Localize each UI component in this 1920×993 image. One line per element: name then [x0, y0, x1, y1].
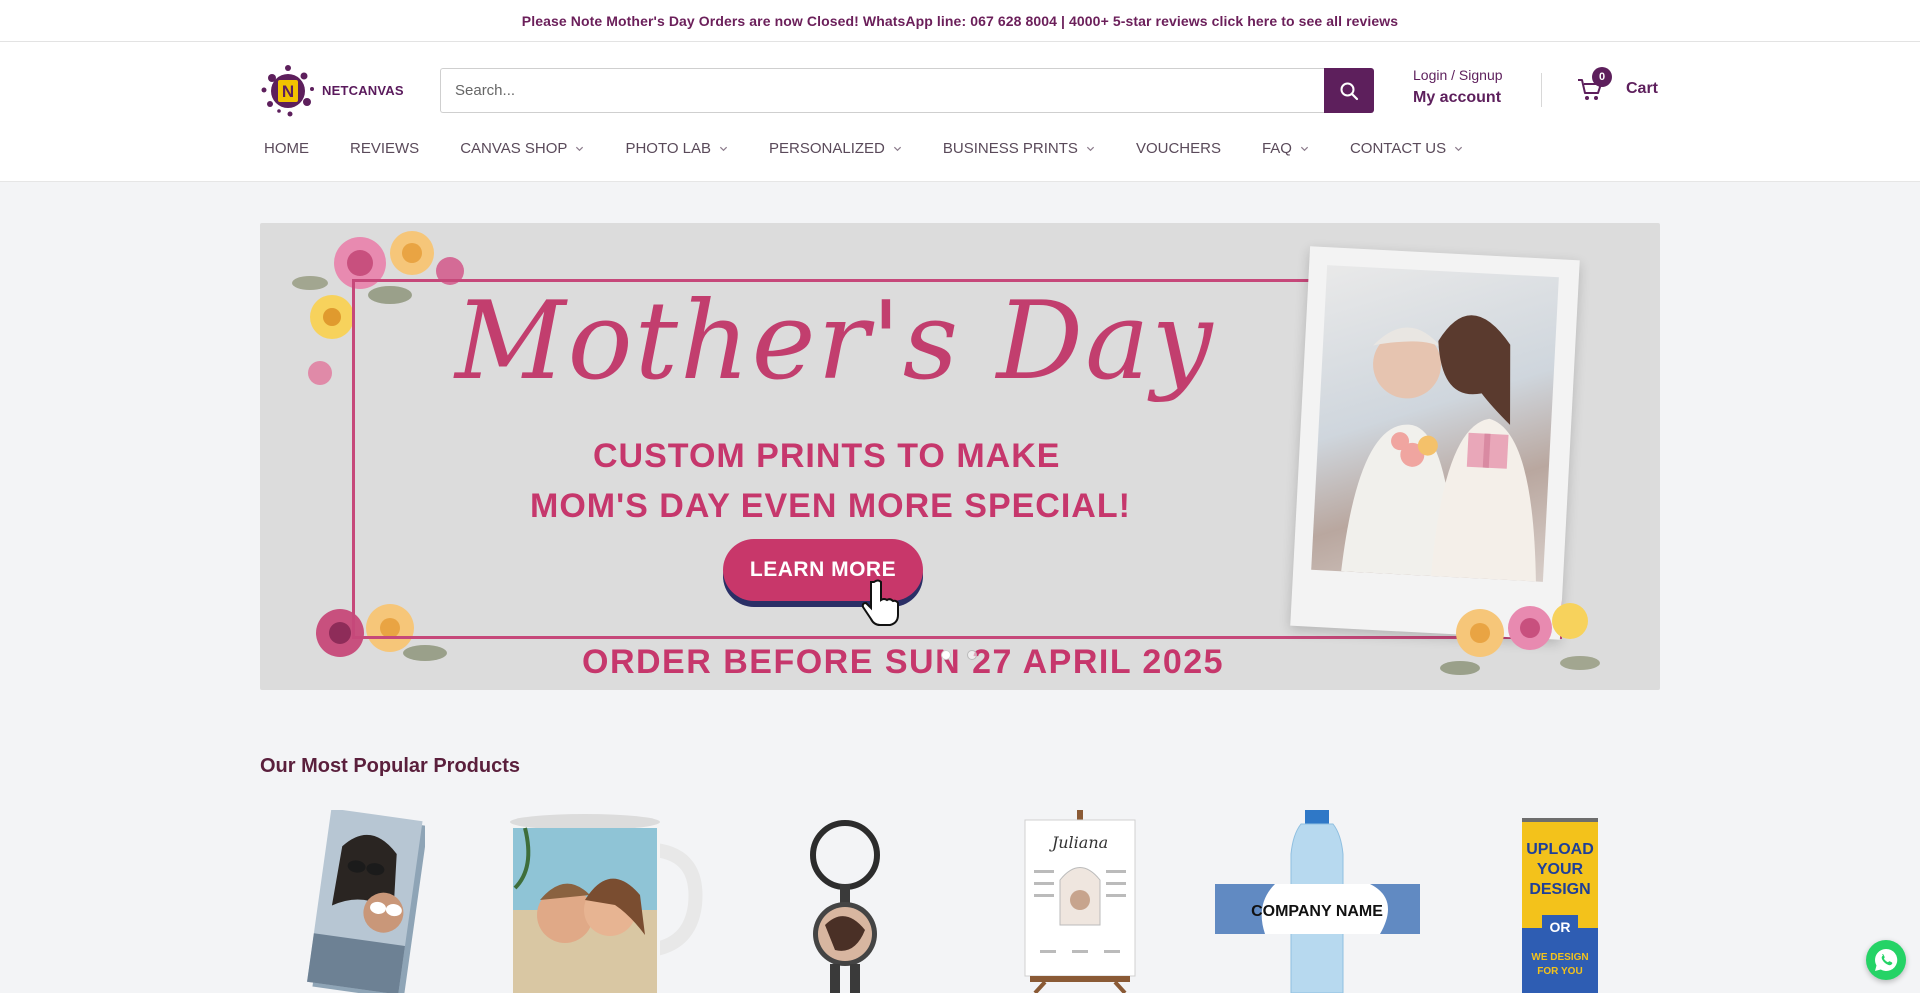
nav-label: CONTACT US: [1349, 140, 1447, 157]
chevron-down-icon: [576, 146, 584, 152]
nav-home[interactable]: HOME: [264, 140, 309, 157]
banner-line: YOUR: [1537, 861, 1584, 878]
nav-business-prints[interactable]: BUSINESS PRINTS: [943, 140, 1095, 157]
nav-contact-us[interactable]: CONTACT US: [1350, 140, 1463, 157]
nav-vouchers[interactable]: VOUCHERS: [1136, 140, 1221, 157]
svg-text:N: N: [282, 82, 294, 101]
product-water-bottle-label[interactable]: COMPANY NAME: [1215, 810, 1420, 993]
hand-pointer-icon: [861, 579, 899, 626]
flowers-bottom-right-decoration: [1440, 603, 1600, 675]
search-icon: [1340, 82, 1359, 100]
mother-daughter-photo: [1311, 265, 1559, 582]
search-input[interactable]: [440, 68, 1324, 113]
slide-dot-2[interactable]: [967, 650, 977, 660]
my-account-link[interactable]: My account: [1413, 89, 1503, 107]
nav-label: PHOTO LAB: [625, 140, 712, 157]
nav-label: PERSONALIZED: [769, 140, 885, 157]
nav-canvas-shop[interactable]: CANVAS SHOP: [460, 140, 584, 157]
logo[interactable]: N NETCANVAS: [260, 62, 404, 118]
nav-label: HOME: [264, 140, 309, 157]
whatsapp-chat-button[interactable]: [1866, 940, 1906, 980]
product-photo-tile[interactable]: [305, 808, 428, 993]
hero-script-title: Mother's Day: [455, 279, 1215, 404]
nav-photo-lab[interactable]: PHOTO LAB: [625, 140, 728, 157]
product-photo-mug[interactable]: [505, 810, 705, 993]
nav-label: BUSINESS PRINTS: [942, 140, 1078, 157]
logo-text[interactable]: NETCANVAS: [322, 83, 404, 98]
site-header: N NETCANVAS Login / Signup My account 0 …: [0, 42, 1920, 182]
slide-dot-1[interactable]: [941, 650, 951, 660]
popular-products-row: Juliana COMPANY NAME UPLOAD YOUR DESIGN …: [260, 808, 1660, 993]
login-signup-link[interactable]: Login / Signup: [1413, 67, 1503, 83]
cart-label[interactable]: Cart: [1626, 80, 1658, 98]
banner-line: DESIGN: [1529, 881, 1590, 898]
cart-count-badge: 0: [1592, 67, 1612, 87]
poster-caption: Juliana: [1049, 833, 1108, 852]
hero-subtitle-line-1: CUSTOM PRINTS TO MAKE: [593, 437, 1061, 475]
banner-line: OR: [1550, 919, 1571, 935]
bottle-label-caption: COMPANY NAME: [1251, 903, 1383, 920]
hero-subtitle-line-2: MOM'S DAY EVEN MORE SPECIAL!: [530, 487, 1131, 525]
nav-faq[interactable]: FAQ: [1262, 140, 1309, 157]
chevron-down-icon: [893, 146, 901, 152]
chevron-down-icon: [1300, 146, 1309, 152]
nav-personalized[interactable]: PERSONALIZED: [769, 140, 902, 157]
account-links: Login / Signup My account: [1413, 67, 1503, 107]
nav-reviews[interactable]: REVIEWS: [350, 140, 419, 157]
nav-label: REVIEWS: [350, 140, 420, 157]
nav-label: CANVAS SHOP: [460, 140, 568, 157]
whatsapp-icon: [1875, 948, 1898, 971]
hero-slideshow[interactable]: Mother's Day CUSTOM PRINTS TO MAKE MOM'S…: [260, 223, 1660, 690]
logo-splash-icon: N: [260, 62, 316, 118]
cart-button[interactable]: 0 Cart: [1576, 67, 1658, 103]
search-button[interactable]: [1324, 68, 1374, 113]
popular-products-title: Our Most Popular Products: [260, 755, 521, 777]
chevron-down-icon: [1086, 146, 1095, 152]
product-photo-keyring[interactable]: [800, 810, 890, 993]
main-nav: HOME REVIEWS CANVAS SHOP PHOTO LAB PERSO…: [264, 140, 1504, 157]
announcement-bar[interactable]: Please Note Mother's Day Orders are now …: [0, 0, 1920, 42]
nav-label: FAQ: [1261, 140, 1292, 157]
chevron-down-icon: [1455, 146, 1463, 152]
banner-line: WE DESIGN: [1531, 952, 1588, 963]
banner-line: FOR YOU: [1537, 966, 1582, 977]
slideshow-pagination: [941, 650, 993, 660]
chevron-down-icon: [719, 146, 728, 152]
announcement-text[interactable]: Please Note Mother's Day Orders are now …: [522, 13, 1398, 29]
header-divider: [1541, 73, 1542, 107]
banner-line: UPLOAD: [1526, 841, 1594, 858]
cart-icon: 0: [1576, 67, 1612, 103]
product-poster-easel[interactable]: Juliana: [1020, 810, 1140, 993]
nav-label: VOUCHERS: [1135, 140, 1221, 157]
search-bar: [440, 68, 1374, 113]
product-pull-up-banner[interactable]: UPLOAD YOUR DESIGN OR WE DESIGN FOR YOU: [1522, 810, 1598, 993]
hero-order-deadline: ORDER BEFORE SUN 27 APRIL 2025: [582, 643, 1225, 681]
